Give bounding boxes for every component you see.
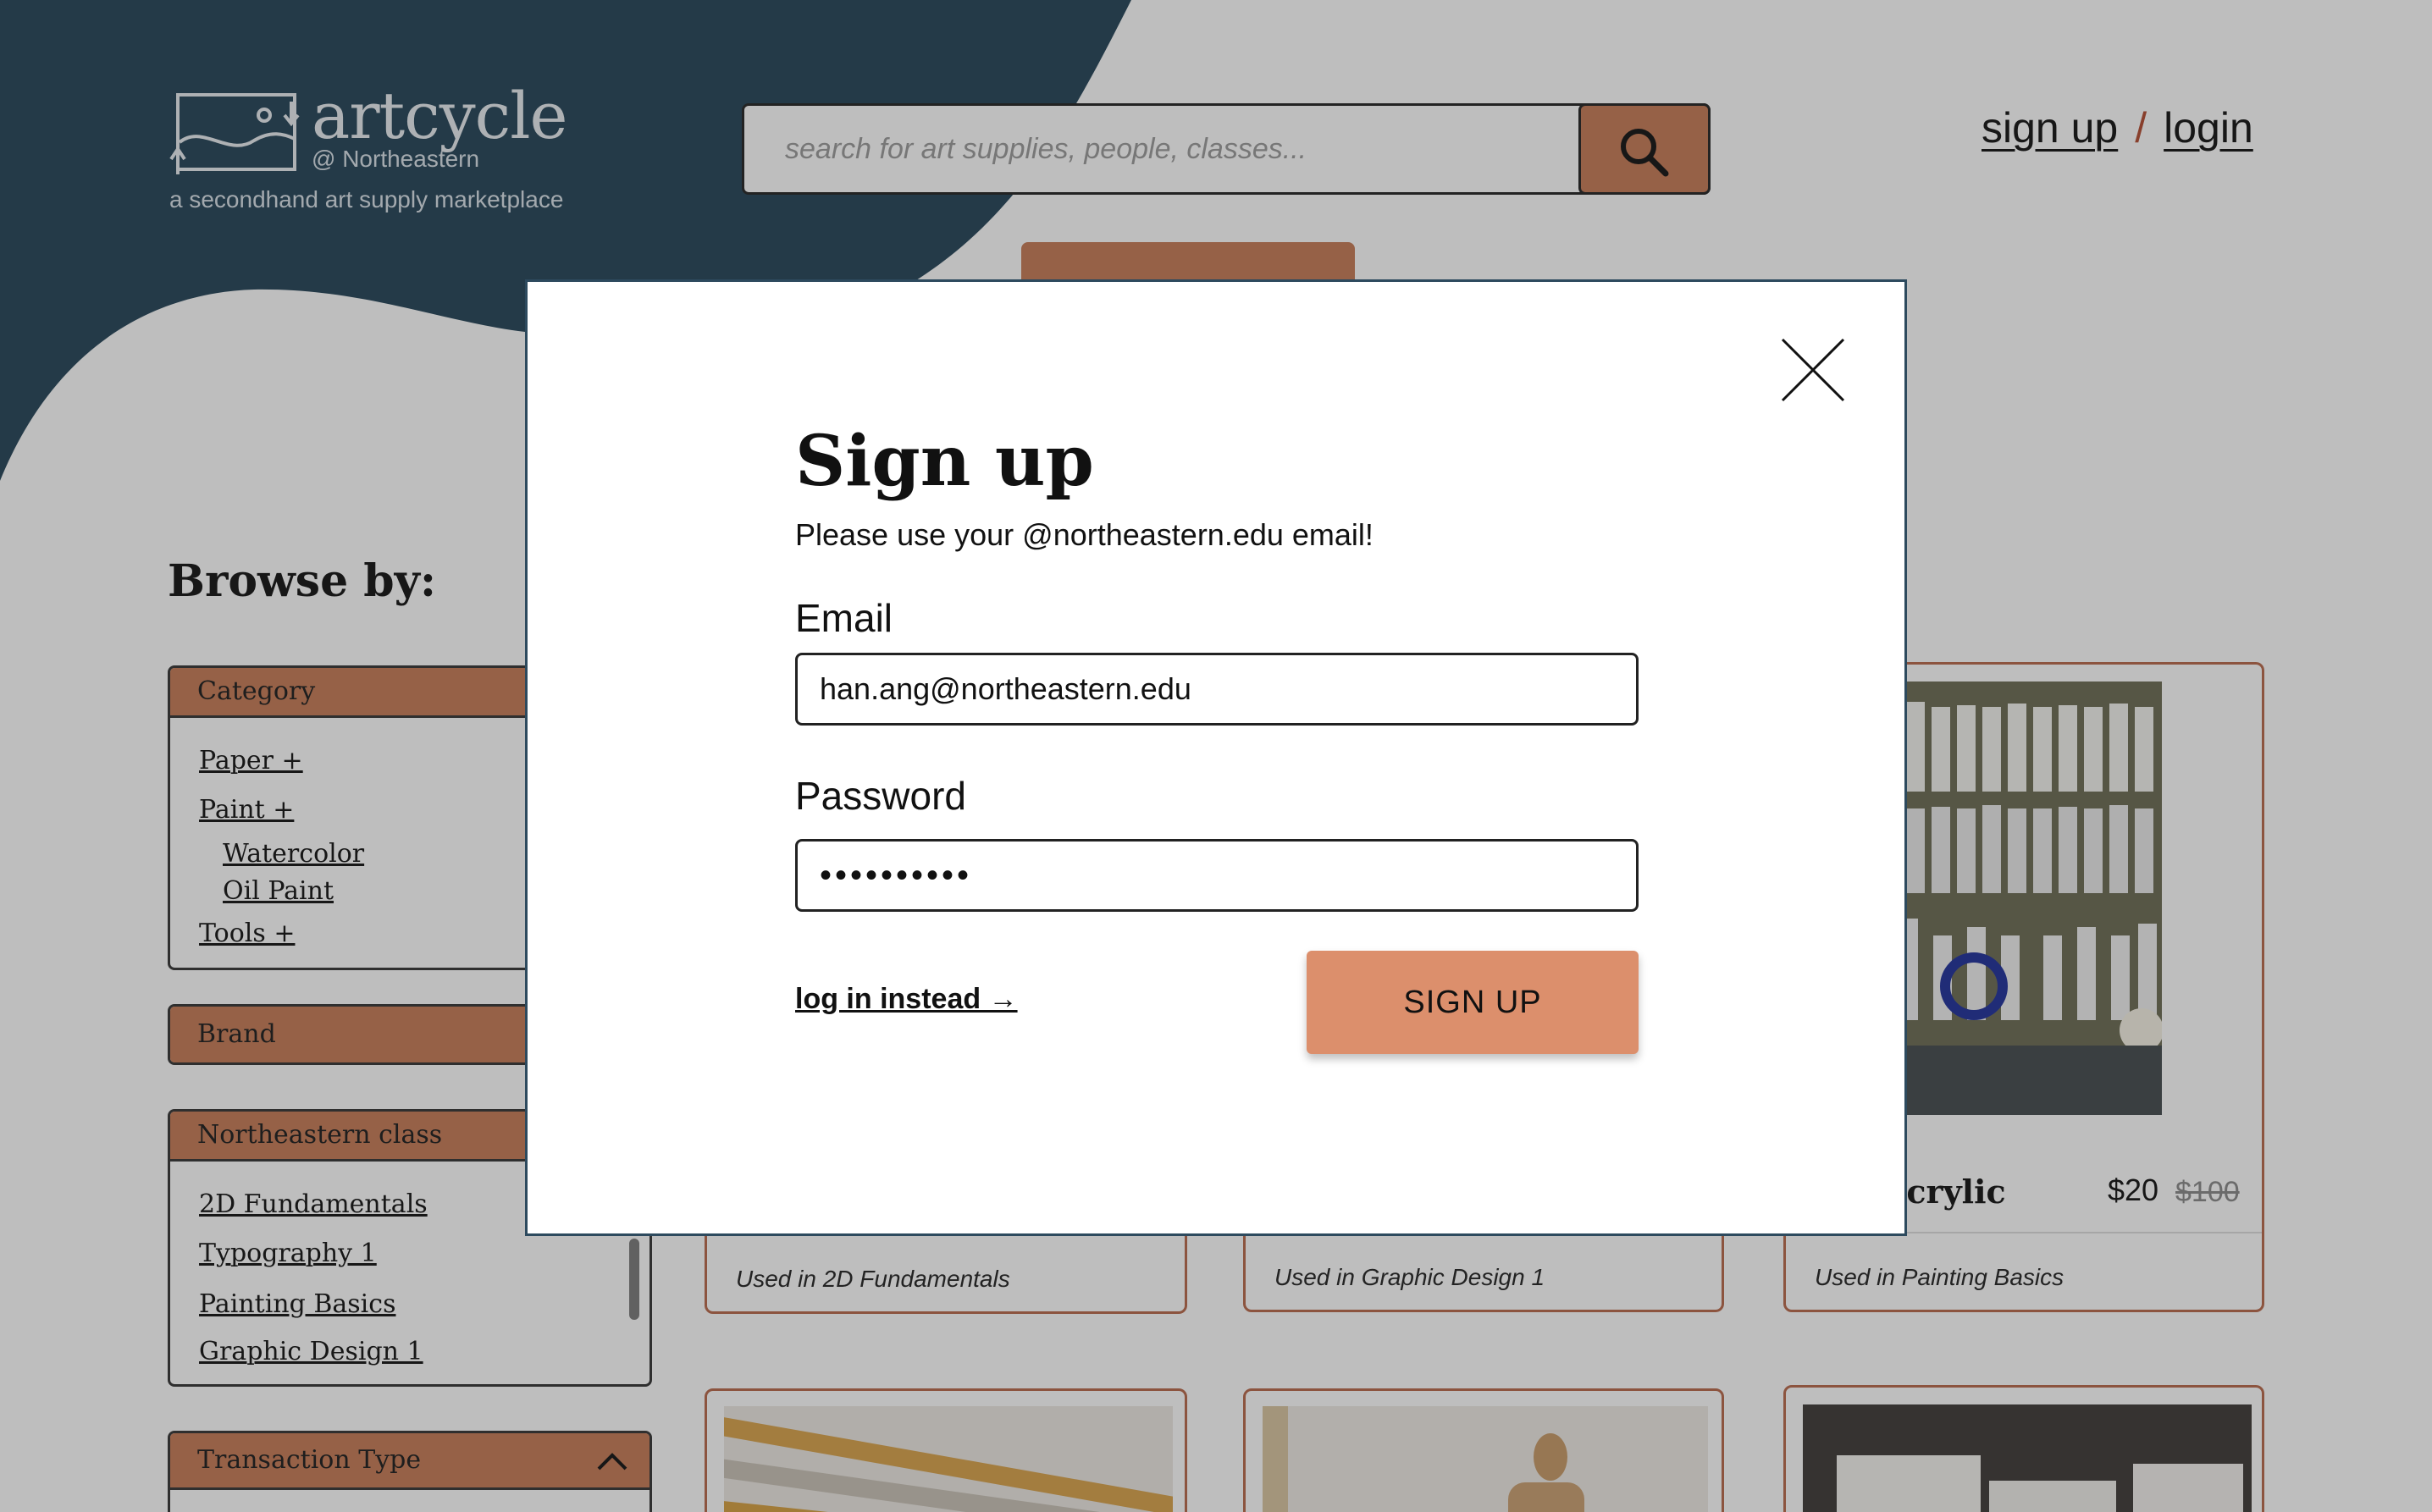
password-label: Password xyxy=(795,774,966,818)
close-icon[interactable] xyxy=(1777,334,1849,406)
email-label: Email xyxy=(795,596,893,640)
signup-modal: Sign up Please use your @northeastern.ed… xyxy=(525,279,1907,1236)
password-field[interactable] xyxy=(795,839,1639,912)
email-field[interactable] xyxy=(795,653,1639,726)
page: artcycle @ Northeastern a secondhand art… xyxy=(0,0,2432,1512)
signup-submit-button[interactable]: SIGN UP xyxy=(1307,951,1639,1054)
modal-title: Sign up xyxy=(795,421,1094,502)
modal-subtitle: Please use your @northeastern.edu email! xyxy=(795,517,1374,552)
login-instead-link[interactable]: log in instead → xyxy=(795,983,1018,1016)
